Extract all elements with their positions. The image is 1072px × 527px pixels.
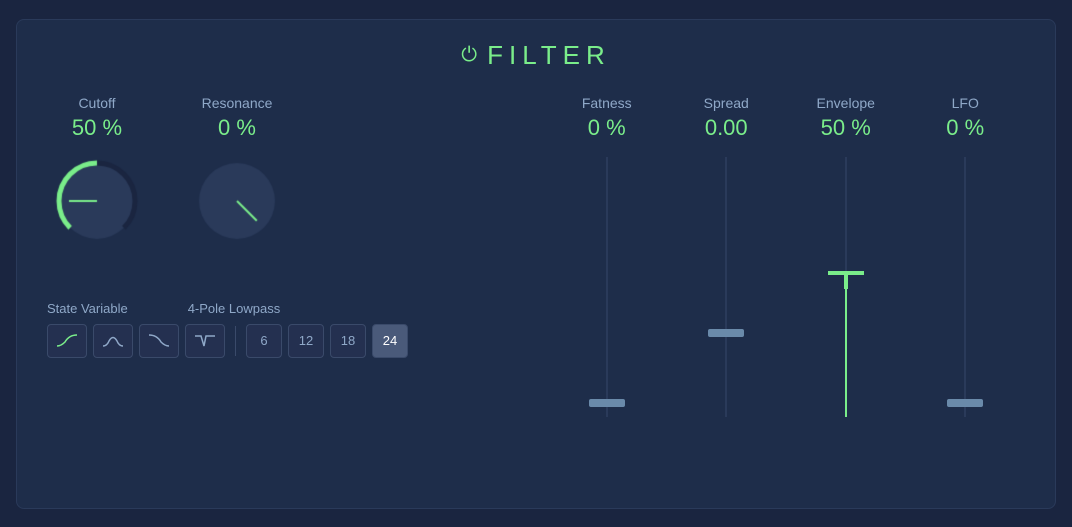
envelope-thumb[interactable] <box>828 271 864 289</box>
main-content: Cutoff 50 % Resonance 0 % <box>47 95 1025 488</box>
lfo-label: LFO <box>952 95 979 111</box>
fatness-label: Fatness <box>582 95 632 111</box>
filter-buttons-row: 6 12 18 24 <box>47 324 527 358</box>
left-section: Cutoff 50 % Resonance 0 % <box>47 95 527 488</box>
pole-24-button[interactable]: 24 <box>372 324 408 358</box>
spread-thumb[interactable] <box>708 329 744 337</box>
fatness-value: 0 % <box>588 115 626 141</box>
shape-notch-button[interactable] <box>185 324 225 358</box>
pole-12-button[interactable]: 12 <box>288 324 324 358</box>
pole-filter-label: 4-Pole Lowpass <box>188 301 281 316</box>
page-title: FILTER <box>487 40 611 71</box>
pole-6-button[interactable]: 6 <box>246 324 282 358</box>
envelope-slider[interactable] <box>826 157 866 417</box>
cutoff-value: 50 % <box>72 115 122 141</box>
fatness-slider-container: Fatness 0 % <box>567 95 647 488</box>
header: ⏻ FILTER <box>47 40 1025 71</box>
cutoff-label: Cutoff <box>78 95 115 111</box>
lfo-track <box>964 157 966 417</box>
lfo-value: 0 % <box>946 115 984 141</box>
divider <box>235 326 236 356</box>
spread-slider-container: Spread 0.00 <box>686 95 766 488</box>
shape-lowpass-button[interactable] <box>47 324 87 358</box>
pole-18-button[interactable]: 18 <box>330 324 366 358</box>
envelope-fill <box>845 287 847 417</box>
thumb-t-stem <box>844 275 848 289</box>
resonance-knob[interactable] <box>187 151 287 251</box>
filter-panel: ⏻ FILTER Cutoff 50 % Resonance 0 % <box>16 19 1056 509</box>
resonance-value: 0 % <box>218 115 256 141</box>
thumb-t-bar <box>828 271 864 275</box>
spread-label: Spread <box>704 95 749 111</box>
resonance-label: Resonance <box>202 95 273 111</box>
resonance-knob-container: Resonance 0 % <box>187 95 287 251</box>
right-section: Fatness 0 % Spread 0.00 Envelope 50 <box>527 95 1025 488</box>
spread-track <box>725 157 727 417</box>
fatness-thumb[interactable] <box>589 399 625 407</box>
envelope-value: 50 % <box>821 115 871 141</box>
spread-slider[interactable] <box>706 157 746 417</box>
shape-bandpass-button[interactable] <box>93 324 133 358</box>
filter-labels-row: State Variable 4-Pole Lowpass <box>47 301 527 316</box>
filter-type-label: State Variable <box>47 301 128 316</box>
lfo-slider-container: LFO 0 % <box>925 95 1005 488</box>
bottom-controls: State Variable 4-Pole Lowpass <box>47 301 527 358</box>
envelope-label: Envelope <box>817 95 875 111</box>
lfo-thumb[interactable] <box>947 399 983 407</box>
cutoff-knob-container: Cutoff 50 % <box>47 95 147 251</box>
spread-value: 0.00 <box>705 115 748 141</box>
power-icon[interactable]: ⏻ <box>461 44 477 67</box>
fatness-slider[interactable] <box>587 157 627 417</box>
shape-highpass-button[interactable] <box>139 324 179 358</box>
envelope-slider-container: Envelope 50 % <box>806 95 886 488</box>
fatness-track <box>606 157 608 417</box>
knobs-row: Cutoff 50 % Resonance 0 % <box>47 95 527 251</box>
cutoff-knob[interactable] <box>47 151 147 251</box>
lfo-slider[interactable] <box>945 157 985 417</box>
